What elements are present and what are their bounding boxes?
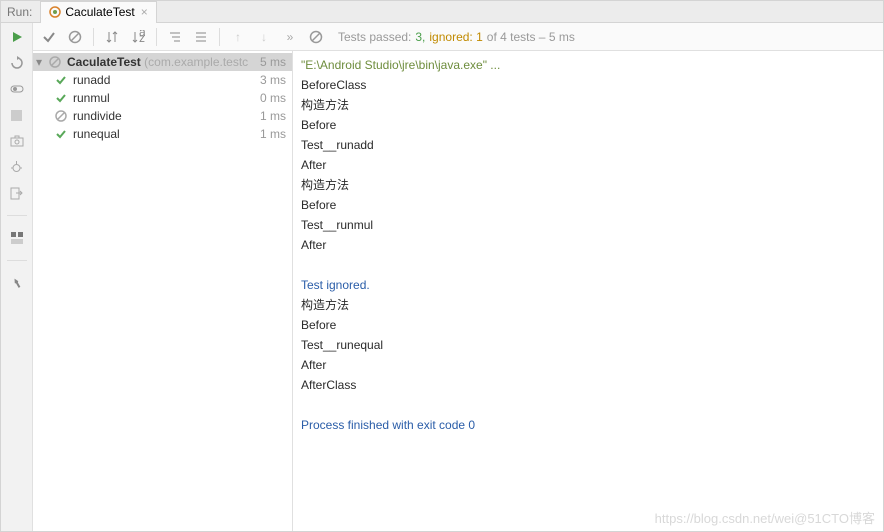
status-suffix: of 4 tests – 5 ms — [487, 30, 575, 44]
toggle-icon[interactable] — [9, 81, 25, 97]
svg-text:z: z — [139, 31, 145, 44]
sort-icon[interactable] — [102, 27, 122, 47]
pass-icon — [55, 74, 69, 86]
collapse-icon[interactable] — [191, 27, 211, 47]
console-line: Before — [301, 195, 875, 215]
left-gutter — [1, 23, 33, 531]
console-exit: Process finished with exit code 0 — [301, 415, 875, 435]
console-line: 构造方法 — [301, 95, 875, 115]
ignored-block: ignored: 1 — [429, 30, 482, 44]
console-line: Before — [301, 115, 875, 135]
layout-icon[interactable] — [9, 230, 25, 246]
down-icon[interactable]: ↓ — [254, 27, 274, 47]
skip-filter-icon[interactable] — [65, 27, 85, 47]
exit-icon[interactable] — [9, 185, 25, 201]
console-line: Test__runadd — [301, 135, 875, 155]
toolbar-divider — [156, 28, 157, 46]
pin-icon[interactable] — [9, 275, 25, 291]
console-command: "E:\Android Studio\jre\bin\java.exe" ... — [301, 55, 875, 75]
watermark: https://blog.csdn.net/wei@51CTO博客 — [655, 508, 875, 527]
console-ignored: Test ignored. — [301, 275, 875, 295]
console-line: AfterClass — [301, 375, 875, 395]
tree-item-name: rundivide — [73, 109, 256, 123]
tree-item-time: 1 ms — [260, 127, 286, 141]
test-icon — [49, 6, 61, 18]
stop-icon[interactable] — [9, 107, 25, 123]
tree-item[interactable]: runequal 1 ms — [33, 125, 292, 143]
gutter-separator — [7, 260, 27, 261]
tree-item[interactable]: runadd 3 ms — [33, 71, 292, 89]
sort-alpha-icon[interactable]: az — [128, 27, 148, 47]
skip-icon — [55, 110, 69, 122]
tree-item[interactable]: rundivide 1 ms — [33, 107, 292, 125]
tree-item-name: runmul — [73, 91, 256, 105]
console-output[interactable]: "E:\Android Studio\jre\bin\java.exe" ...… — [293, 51, 883, 531]
console-line: Test__runmul — [301, 215, 875, 235]
run-icon[interactable] — [9, 29, 25, 45]
console-line — [301, 395, 875, 415]
tree-item-name: runequal — [73, 127, 256, 141]
console-line: After — [301, 155, 875, 175]
gutter-separator — [7, 215, 27, 216]
console-line: Before — [301, 315, 875, 335]
passed-count: 3, — [415, 30, 425, 44]
camera-icon[interactable] — [9, 133, 25, 149]
skip-status-icon — [306, 27, 326, 47]
test-toolbar: az ↑ ↓ » Tests passed: 3, ignored: 1 of … — [33, 23, 883, 51]
up-icon[interactable]: ↑ — [228, 27, 248, 47]
toolbar-divider — [219, 28, 220, 46]
tree-item-time: 0 ms — [260, 91, 286, 105]
expand-arrow-icon[interactable]: ▾ — [33, 55, 45, 69]
pass-icon — [55, 128, 69, 140]
tree-root-time: 5 ms — [260, 55, 286, 69]
expand-icon[interactable] — [165, 27, 185, 47]
check-icon[interactable] — [39, 27, 59, 47]
more-icon[interactable]: » — [280, 27, 300, 47]
tree-item-name: runadd — [73, 73, 256, 87]
console-line: 构造方法 — [301, 175, 875, 195]
pass-icon — [55, 92, 69, 104]
tree-item-time: 1 ms — [260, 109, 286, 123]
console-line: BeforeClass — [301, 75, 875, 95]
rerun-icon[interactable] — [9, 55, 25, 71]
status-text: Tests passed: 3, ignored: 1 of 4 tests –… — [338, 30, 575, 44]
console-line: 构造方法 — [301, 295, 875, 315]
tab-bar: Run: CaculateTest × — [1, 1, 883, 23]
console-line: After — [301, 355, 875, 375]
console-line: After — [301, 235, 875, 255]
toolbar-divider — [93, 28, 94, 46]
console-line: Test__runequal — [301, 335, 875, 355]
status-prefix: Tests passed: — [338, 30, 411, 44]
run-tab[interactable]: CaculateTest × — [40, 1, 156, 23]
test-tree[interactable]: ▾ CaculateTest (com.example.testc 5 ms r… — [33, 51, 293, 531]
run-label: Run: — [7, 5, 32, 19]
bug-icon[interactable] — [9, 159, 25, 175]
skip-icon — [49, 56, 63, 68]
tree-root[interactable]: ▾ CaculateTest (com.example.testc 5 ms — [33, 53, 292, 71]
tree-item[interactable]: runmul 0 ms — [33, 89, 292, 107]
tree-root-name: CaculateTest (com.example.testc — [67, 55, 256, 69]
close-icon[interactable]: × — [141, 5, 148, 19]
console-line — [301, 255, 875, 275]
tab-name: CaculateTest — [65, 5, 134, 19]
tree-item-time: 3 ms — [260, 73, 286, 87]
